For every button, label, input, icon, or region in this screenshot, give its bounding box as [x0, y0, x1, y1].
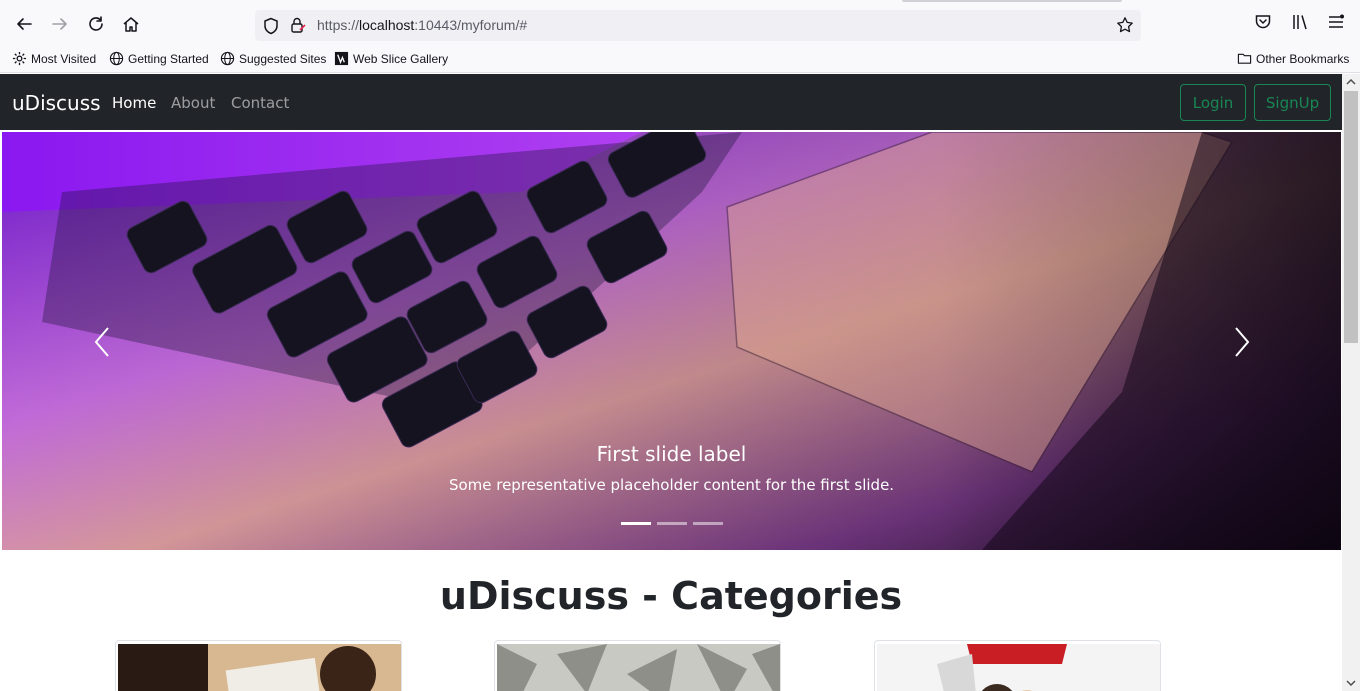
bookmarks-bar: Most Visited Getting Started Suggested S…: [0, 47, 1360, 73]
category-card[interactable]: [115, 640, 402, 691]
category-card-image: [118, 644, 401, 691]
carousel-next-button[interactable]: [1222, 317, 1262, 367]
back-icon[interactable]: [13, 13, 35, 35]
home-icon[interactable]: [120, 13, 142, 35]
carousel-indicator-1[interactable]: [621, 522, 651, 525]
tracking-protection-icon[interactable]: [263, 17, 279, 35]
menu-icon[interactable]: [1327, 13, 1345, 36]
web-slice-icon: [334, 51, 349, 66]
site-brand[interactable]: uDiscuss: [12, 91, 101, 115]
bookmark-label: Getting Started: [128, 51, 209, 66]
gear-icon: [12, 51, 27, 66]
pocket-icon[interactable]: [1254, 13, 1272, 36]
tab-edge: [902, 0, 1122, 2]
categories-heading: uDiscuss - Categories: [439, 574, 903, 618]
category-card-image: [497, 644, 780, 691]
nav-about[interactable]: About: [171, 94, 215, 112]
signup-button[interactable]: SignUp: [1254, 84, 1331, 121]
globe-icon: [109, 51, 124, 66]
bookmark-star-icon[interactable]: [1116, 16, 1134, 34]
page-scrollbar[interactable]: [1342, 74, 1360, 691]
nav-contact[interactable]: Contact: [231, 94, 289, 112]
globe-icon: [220, 51, 235, 66]
carousel-prev-button[interactable]: [82, 317, 122, 367]
scroll-thumb[interactable]: [1344, 91, 1358, 343]
url-text[interactable]: https://localhost:10443/myforum/#: [317, 17, 527, 33]
folder-icon: [1237, 53, 1252, 64]
bookmark-label: Other Bookmarks: [1256, 51, 1350, 66]
library-icon[interactable]: [1291, 13, 1309, 36]
carousel-indicator-2[interactable]: [657, 522, 687, 525]
site-navbar: uDiscuss Home About Contact Login SignUp: [0, 74, 1342, 130]
bookmark-suggested-sites[interactable]: Suggested Sites: [220, 51, 326, 66]
scroll-down-arrow-icon[interactable]: [1342, 675, 1360, 691]
chevron-left-icon: [94, 327, 109, 357]
category-card-image: [877, 644, 1160, 691]
bookmark-label: Web Slice Gallery: [353, 51, 449, 66]
bookmark-label: Suggested Sites: [239, 51, 327, 66]
category-card[interactable]: [494, 640, 781, 691]
chevron-right-icon: [1235, 327, 1250, 357]
hero-carousel: First slide label Some representative pl…: [2, 132, 1341, 550]
carousel-caption-title: First slide label: [596, 442, 747, 466]
forward-icon[interactable]: [49, 13, 71, 35]
insecure-lock-icon[interactable]: [289, 16, 307, 34]
carousel-caption-text: Some representative placeholder content …: [448, 476, 895, 494]
url-bar[interactable]: https://localhost:10443/myforum/#: [255, 10, 1141, 41]
bookmark-most-visited[interactable]: Most Visited: [12, 51, 96, 66]
reload-icon[interactable]: [85, 13, 107, 35]
bookmark-web-slice-gallery[interactable]: Web Slice Gallery: [334, 51, 448, 66]
bookmark-label: Most Visited: [31, 51, 97, 66]
scroll-up-arrow-icon[interactable]: [1342, 74, 1360, 90]
login-button[interactable]: Login: [1180, 84, 1246, 121]
bookmark-getting-started[interactable]: Getting Started: [109, 51, 209, 66]
nav-home[interactable]: Home: [112, 94, 156, 112]
category-card[interactable]: [874, 640, 1161, 691]
web-page: uDiscuss Home About Contact Login SignUp: [0, 74, 1342, 691]
carousel-indicator-3[interactable]: [693, 522, 723, 525]
browser-toolbar: https://localhost:10443/myforum/#: [0, 0, 1360, 47]
other-bookmarks[interactable]: Other Bookmarks: [1237, 51, 1349, 66]
